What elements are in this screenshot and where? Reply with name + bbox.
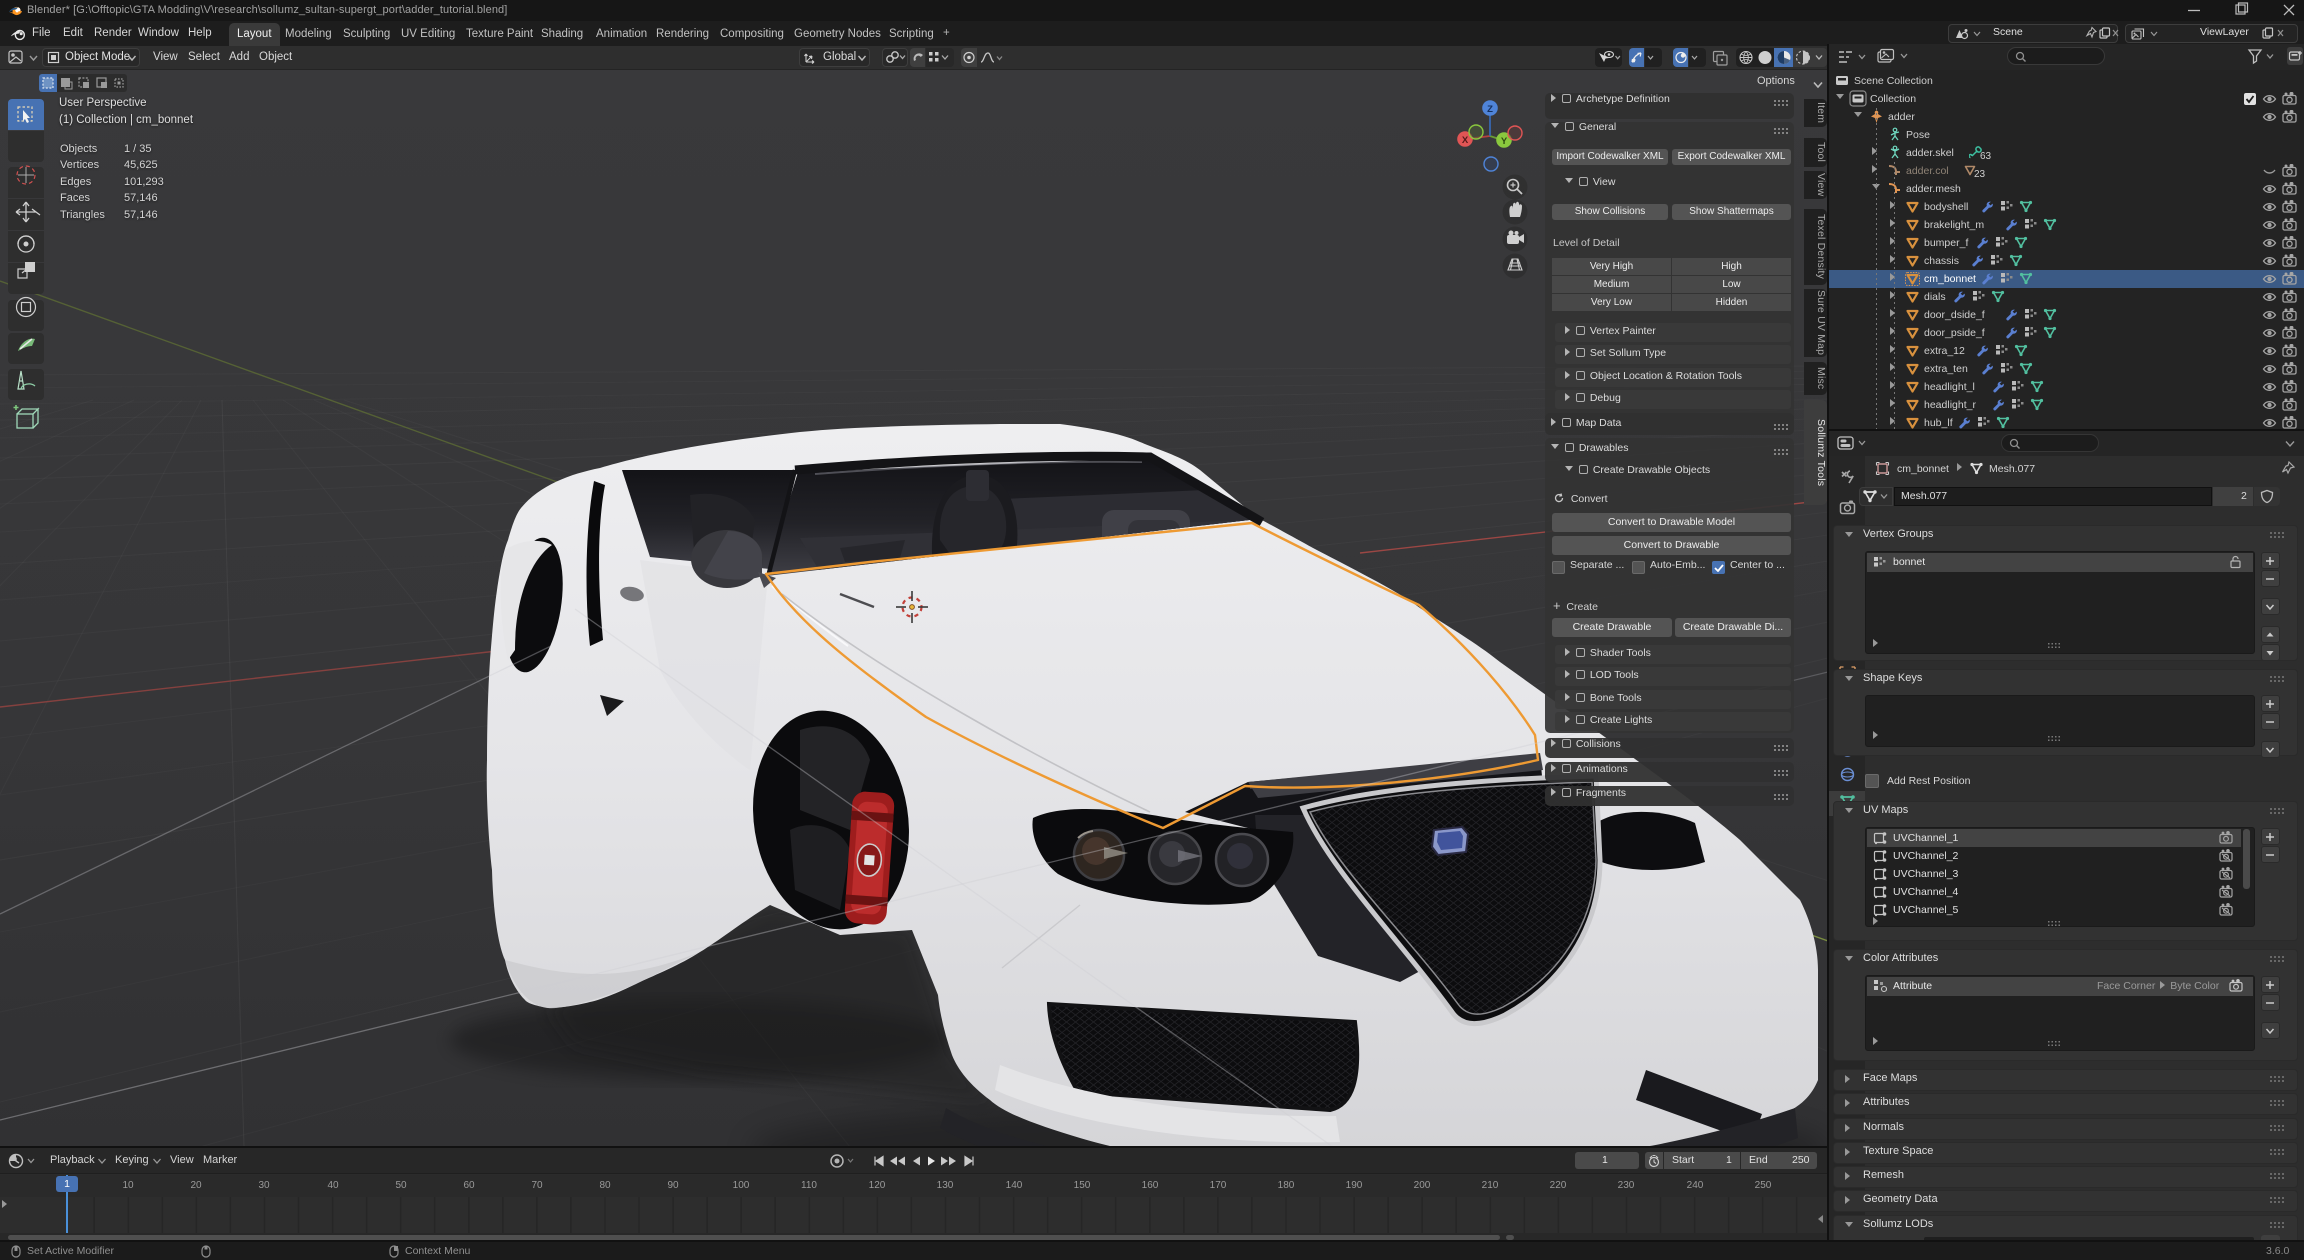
svg-text:X: X (1462, 135, 1469, 146)
svg-text:Y: Y (1501, 136, 1508, 147)
svg-text:Z: Z (1487, 104, 1493, 115)
